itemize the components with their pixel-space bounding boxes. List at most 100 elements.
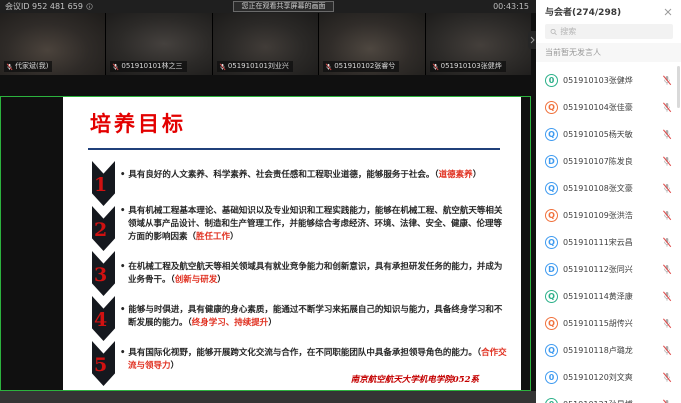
chevron-right-icon [530, 36, 535, 44]
participant-name: 051910111宋云昌 [563, 237, 657, 248]
step-number: 4 [94, 308, 107, 330]
step-number: 3 [94, 263, 107, 285]
participant-name: 051910108张文豪 [563, 183, 657, 194]
mic-muted-icon[interactable] [662, 291, 672, 302]
info-icon [86, 3, 93, 10]
video-thumbnail[interactable]: 051910102张睿兮 [319, 13, 424, 75]
bullet-highlight: 终身学习、持续提升 [192, 318, 269, 328]
meeting-id: 会议ID 952 481 659 [5, 1, 93, 12]
step-arrow: 1 [92, 161, 115, 206]
no-speaker-banner: 当前暂无发言人 [536, 43, 681, 62]
mic-muted-icon[interactable] [662, 264, 672, 275]
participant-row[interactable]: 0 051910120刘文爽 [536, 364, 681, 391]
participant-name: 051910114黄泽康 [563, 291, 657, 302]
mic-muted-icon [219, 63, 226, 71]
bullet-tail: ） [473, 170, 482, 180]
participant-name: 051910104张佳豪 [563, 102, 657, 113]
close-icon [664, 8, 672, 16]
meeting-app-window: 会议ID 952 481 659 您正在观看共享屏幕的画面 00:43:15 [0, 0, 681, 403]
participant-name: 051910103张健烨 [441, 62, 502, 71]
step-arrow: 2 [92, 206, 115, 251]
participant-search[interactable] [545, 24, 673, 39]
participant-row[interactable]: 0 051910103张健烨 [536, 67, 681, 94]
objective-bullet: 具有机械工程基本理论、基础知识以及专业知识和工程实践能力，能够在机械工程、航空航… [120, 205, 508, 244]
list-scrollbar[interactable] [677, 66, 680, 108]
mic-muted-icon[interactable] [662, 345, 672, 356]
participant-name: 051910107陈发良 [563, 156, 657, 167]
participant-row[interactable]: Q 051910118卢璐龙 [536, 337, 681, 364]
objective-bullet: 具有良好的人文素养、科学素养、社会责任感和工程职业道德，能够服务于社会。（道德素… [120, 169, 508, 182]
participant-list[interactable]: 0 051910103张健烨 Q 051910104张佳豪 [536, 62, 681, 403]
participant-name: 051910103张健烨 [563, 75, 657, 86]
mic-muted-icon[interactable] [662, 318, 672, 329]
title-underline [88, 148, 500, 150]
mic-muted-icon [325, 63, 332, 71]
participants-header: 与会者(274/298) [536, 0, 681, 21]
objective-bullet: 能够与时俱进，具有健康的身心素质，能通过不断学习来拓展自己的知识与能力，具备终身… [120, 304, 508, 330]
avatar: Q [545, 236, 558, 249]
search-icon [550, 28, 557, 36]
close-panel-button[interactable] [663, 7, 673, 17]
participant-name: 051910101林之三 [121, 62, 182, 71]
mic-muted-icon[interactable] [662, 102, 672, 113]
mic-muted-icon[interactable] [662, 372, 672, 383]
bullet-tail: ） [268, 318, 277, 328]
participant-row[interactable]: Q 051910104张佳豪 [536, 94, 681, 121]
avatar: Q [545, 101, 558, 114]
mic-muted-icon[interactable] [662, 129, 672, 140]
video-thumbnail[interactable]: 051910103张健烨 [426, 13, 531, 75]
mic-muted-icon[interactable] [662, 237, 672, 248]
objective-bullet: 在机械工程及航空航天等相关领域具有就业竞争能力和创新意识，具有承担研发任务的能力… [120, 261, 508, 287]
mic-muted-icon[interactable] [662, 183, 672, 194]
meeting-topbar: 会议ID 952 481 659 您正在观看共享屏幕的画面 00:43:15 [0, 0, 536, 13]
thumbnail-name-label: 051910103张健烨 [430, 61, 506, 72]
mic-muted-icon [112, 63, 119, 71]
participant-row[interactable]: Q 051910115胡传兴 [536, 310, 681, 337]
participant-row[interactable]: D 051910112张同兴 [536, 256, 681, 283]
participant-name: 051910101刘业兴 [228, 62, 289, 71]
shared-screen-area: 会议ID 952 481 659 您正在观看共享屏幕的画面 00:43:15 [0, 0, 536, 403]
participants-title: 与会者(274/298) [545, 5, 621, 18]
avatar: Q [545, 128, 558, 141]
objective-bullet: 具有国际化视野，能够开展跨文化交流与合作，在不同职能团队中具备承担领导角色的能力… [120, 347, 508, 373]
participant-row[interactable]: Q 051910105杨天敏 [536, 121, 681, 148]
participant-name: 代家斌(我) [15, 62, 48, 71]
participant-name: 051910109张洪浩 [563, 210, 657, 221]
video-thumbnail[interactable]: 051910101林之三 [106, 13, 211, 75]
meeting-id-label: 会议ID 952 481 659 [5, 1, 83, 12]
mic-muted-icon[interactable] [662, 156, 672, 167]
video-thumbnail[interactable]: 代家斌(我) [0, 13, 105, 75]
panel-collapse-handle[interactable] [528, 31, 536, 49]
participant-name: 051910105杨天敏 [563, 129, 657, 140]
participant-row[interactable]: Q 051910109张洪浩 [536, 202, 681, 229]
bullet-text: 具有良好的人文素养、科学素养、社会责任感和工程职业道德，能够服务于社会。（ [128, 170, 439, 180]
step-number: 5 [94, 353, 107, 375]
meeting-duration: 00:43:15 [493, 2, 529, 11]
participant-row[interactable]: Q 051910108张文豪 [536, 175, 681, 202]
participant-row[interactable]: Q 051910111宋云昌 [536, 229, 681, 256]
video-thumbnail[interactable]: 051910101刘业兴 [213, 13, 318, 75]
slide-title: 培养目标 [90, 108, 186, 138]
participant-row[interactable]: Q 051910114黄泽康 [536, 283, 681, 310]
step-arrow: 5 [92, 341, 115, 386]
presentation-slide: 培养目标 1 2 3 4 [63, 97, 521, 390]
participant-row[interactable]: D 051910107陈发良 [536, 148, 681, 175]
avatar: 0 [545, 398, 558, 403]
bullet-text: 具有国际化视野，能够开展跨文化交流与合作，在不同职能团队中具备承担领导角色的能力… [128, 348, 481, 358]
thumbnail-name-label: 051910102张睿兮 [323, 61, 399, 72]
avatar: Q [545, 317, 558, 330]
bullet-tail: ） [171, 361, 180, 371]
avatar: D [545, 155, 558, 168]
bullet-highlight: 胜任工作 [196, 232, 230, 242]
participant-row[interactable]: 0 051910121孙昱博 [536, 391, 681, 403]
bottom-bar [0, 391, 536, 403]
mic-muted-icon[interactable] [662, 399, 672, 403]
mic-muted-icon[interactable] [662, 75, 672, 86]
avatar: Q [545, 209, 558, 222]
participant-name: 051910112张同兴 [563, 264, 657, 275]
mic-muted-icon[interactable] [662, 210, 672, 221]
watching-share-banner[interactable]: 您正在观看共享屏幕的画面 [233, 1, 334, 12]
avatar: 0 [545, 371, 558, 384]
numbered-arrow-column: 1 2 3 4 5 [92, 161, 115, 386]
search-input[interactable] [560, 27, 668, 36]
